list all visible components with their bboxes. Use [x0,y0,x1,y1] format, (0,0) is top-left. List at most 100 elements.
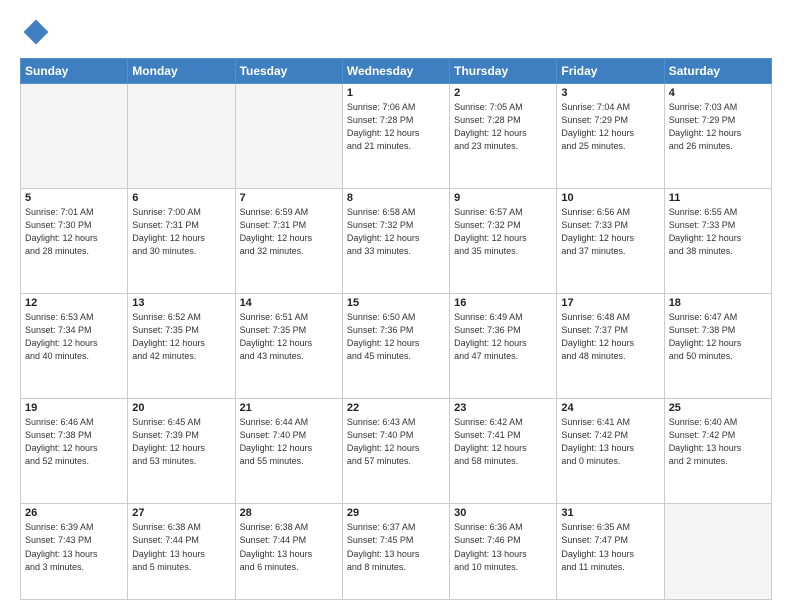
calendar-cell: 10 Sunrise: 6:56 AM Sunset: 7:33 PM Dayli… [557,189,664,294]
calendar-cell: 4 Sunrise: 7:03 AM Sunset: 7:29 PM Daylig… [664,84,771,189]
day-number: 25 [669,402,767,414]
logo-icon [20,16,52,48]
calendar-cell [21,84,128,189]
day-info: Sunrise: 6:59 AM Sunset: 7:31 PM Dayligh… [240,206,338,258]
day-info: Sunrise: 7:01 AM Sunset: 7:30 PM Dayligh… [25,206,123,258]
calendar-week-3: 19 Sunrise: 6:46 AM Sunset: 7:38 PM Dayli… [21,399,772,504]
calendar-cell: 22 Sunrise: 6:43 AM Sunset: 7:40 PM Dayli… [342,399,449,504]
calendar-cell: 29Sunrise: 6:37 AM Sunset: 7:45 PM Dayli… [342,504,449,600]
day-number: 31 [561,507,659,519]
day-info: Sunrise: 6:44 AM Sunset: 7:40 PM Dayligh… [240,416,338,468]
calendar-cell [128,84,235,189]
day-number: 2 [454,87,552,99]
day-number: 6 [132,192,230,204]
day-info: Sunrise: 6:53 AM Sunset: 7:34 PM Dayligh… [25,311,123,363]
calendar-cell [664,504,771,600]
day-info: Sunrise: 6:38 AM Sunset: 7:44 PM Dayligh… [132,521,230,573]
day-number: 20 [132,402,230,414]
day-info: Sunrise: 6:39 AM Sunset: 7:43 PM Dayligh… [25,521,123,573]
day-number: 27 [132,507,230,519]
day-number: 21 [240,402,338,414]
day-info: Sunrise: 6:43 AM Sunset: 7:40 PM Dayligh… [347,416,445,468]
day-info: Sunrise: 6:42 AM Sunset: 7:41 PM Dayligh… [454,416,552,468]
day-info: Sunrise: 6:46 AM Sunset: 7:38 PM Dayligh… [25,416,123,468]
calendar-cell: 1 Sunrise: 7:06 AM Sunset: 7:28 PM Daylig… [342,84,449,189]
calendar-cell: 2 Sunrise: 7:05 AM Sunset: 7:28 PM Daylig… [450,84,557,189]
weekday-header-friday: Friday [557,59,664,84]
logo [20,16,56,48]
calendar-body: 1 Sunrise: 7:06 AM Sunset: 7:28 PM Daylig… [21,84,772,600]
day-info: Sunrise: 6:40 AM Sunset: 7:42 PM Dayligh… [669,416,767,468]
calendar-cell: 13 Sunrise: 6:52 AM Sunset: 7:35 PM Dayli… [128,294,235,399]
day-info: Sunrise: 6:55 AM Sunset: 7:33 PM Dayligh… [669,206,767,258]
day-number: 3 [561,87,659,99]
day-info: Sunrise: 6:52 AM Sunset: 7:35 PM Dayligh… [132,311,230,363]
calendar-week-4: 26 Sunrise: 6:39 AM Sunset: 7:43 PM Dayli… [21,504,772,600]
day-number: 15 [347,297,445,309]
header [20,16,772,48]
calendar-cell: 26 Sunrise: 6:39 AM Sunset: 7:43 PM Dayli… [21,504,128,600]
day-info: Sunrise: 6:51 AM Sunset: 7:35 PM Dayligh… [240,311,338,363]
calendar-cell: 21 Sunrise: 6:44 AM Sunset: 7:40 PM Dayli… [235,399,342,504]
calendar-cell: 9 Sunrise: 6:57 AM Sunset: 7:32 PM Daylig… [450,189,557,294]
day-info: Sunrise: 7:00 AM Sunset: 7:31 PM Dayligh… [132,206,230,258]
calendar-cell: 24Sunrise: 6:41 AM Sunset: 7:42 PM Dayli… [557,399,664,504]
day-info: Sunrise: 6:50 AM Sunset: 7:36 PM Dayligh… [347,311,445,363]
calendar-cell: 7 Sunrise: 6:59 AM Sunset: 7:31 PM Daylig… [235,189,342,294]
day-number: 12 [25,297,123,309]
day-number: 10 [561,192,659,204]
day-info: Sunrise: 7:06 AM Sunset: 7:28 PM Dayligh… [347,101,445,153]
calendar-cell: 19 Sunrise: 6:46 AM Sunset: 7:38 PM Dayli… [21,399,128,504]
day-number: 19 [25,402,123,414]
calendar-cell: 18Sunrise: 6:47 AM Sunset: 7:38 PM Dayli… [664,294,771,399]
day-info: Sunrise: 6:35 AM Sunset: 7:47 PM Dayligh… [561,521,659,573]
weekday-header-wednesday: Wednesday [342,59,449,84]
weekday-header-saturday: Saturday [664,59,771,84]
calendar-cell: 20 Sunrise: 6:45 AM Sunset: 7:39 PM Dayli… [128,399,235,504]
day-info: Sunrise: 6:57 AM Sunset: 7:32 PM Dayligh… [454,206,552,258]
calendar-cell: 25 Sunrise: 6:40 AM Sunset: 7:42 PM Dayli… [664,399,771,504]
calendar-cell: 3 Sunrise: 7:04 AM Sunset: 7:29 PM Daylig… [557,84,664,189]
day-info: Sunrise: 6:56 AM Sunset: 7:33 PM Dayligh… [561,206,659,258]
day-number: 14 [240,297,338,309]
weekday-header-tuesday: Tuesday [235,59,342,84]
calendar-week-1: 5Sunrise: 7:01 AM Sunset: 7:30 PM Daylig… [21,189,772,294]
calendar-cell: 16 Sunrise: 6:49 AM Sunset: 7:36 PM Dayli… [450,294,557,399]
day-number: 1 [347,87,445,99]
day-number: 22 [347,402,445,414]
day-info: Sunrise: 7:05 AM Sunset: 7:28 PM Dayligh… [454,101,552,153]
day-number: 26 [25,507,123,519]
day-number: 28 [240,507,338,519]
day-number: 13 [132,297,230,309]
day-number: 16 [454,297,552,309]
calendar-cell: 15 Sunrise: 6:50 AM Sunset: 7:36 PM Dayli… [342,294,449,399]
calendar-cell: 17Sunrise: 6:48 AM Sunset: 7:37 PM Dayli… [557,294,664,399]
day-number: 9 [454,192,552,204]
day-info: Sunrise: 6:36 AM Sunset: 7:46 PM Dayligh… [454,521,552,573]
calendar-cell: 12 Sunrise: 6:53 AM Sunset: 7:34 PM Dayli… [21,294,128,399]
day-info: Sunrise: 7:03 AM Sunset: 7:29 PM Dayligh… [669,101,767,153]
day-info: Sunrise: 6:47 AM Sunset: 7:38 PM Dayligh… [669,311,767,363]
calendar-cell: 30Sunrise: 6:36 AM Sunset: 7:46 PM Dayli… [450,504,557,600]
calendar-cell: 27 Sunrise: 6:38 AM Sunset: 7:44 PM Dayli… [128,504,235,600]
day-info: Sunrise: 6:49 AM Sunset: 7:36 PM Dayligh… [454,311,552,363]
calendar-header: SundayMondayTuesdayWednesdayThursdayFrid… [21,59,772,84]
day-info: Sunrise: 6:38 AM Sunset: 7:44 PM Dayligh… [240,521,338,573]
day-info: Sunrise: 6:45 AM Sunset: 7:39 PM Dayligh… [132,416,230,468]
weekday-row: SundayMondayTuesdayWednesdayThursdayFrid… [21,59,772,84]
day-number: 4 [669,87,767,99]
day-number: 17 [561,297,659,309]
calendar-cell: 11Sunrise: 6:55 AM Sunset: 7:33 PM Dayli… [664,189,771,294]
calendar-cell [235,84,342,189]
day-number: 7 [240,192,338,204]
weekday-header-thursday: Thursday [450,59,557,84]
day-info: Sunrise: 7:04 AM Sunset: 7:29 PM Dayligh… [561,101,659,153]
day-number: 23 [454,402,552,414]
calendar-cell: 6 Sunrise: 7:00 AM Sunset: 7:31 PM Daylig… [128,189,235,294]
day-info: Sunrise: 6:58 AM Sunset: 7:32 PM Dayligh… [347,206,445,258]
calendar-week-2: 12 Sunrise: 6:53 AM Sunset: 7:34 PM Dayli… [21,294,772,399]
calendar-cell: 23 Sunrise: 6:42 AM Sunset: 7:41 PM Dayli… [450,399,557,504]
calendar: SundayMondayTuesdayWednesdayThursdayFrid… [20,58,772,600]
day-number: 29 [347,507,445,519]
page: SundayMondayTuesdayWednesdayThursdayFrid… [0,0,792,612]
